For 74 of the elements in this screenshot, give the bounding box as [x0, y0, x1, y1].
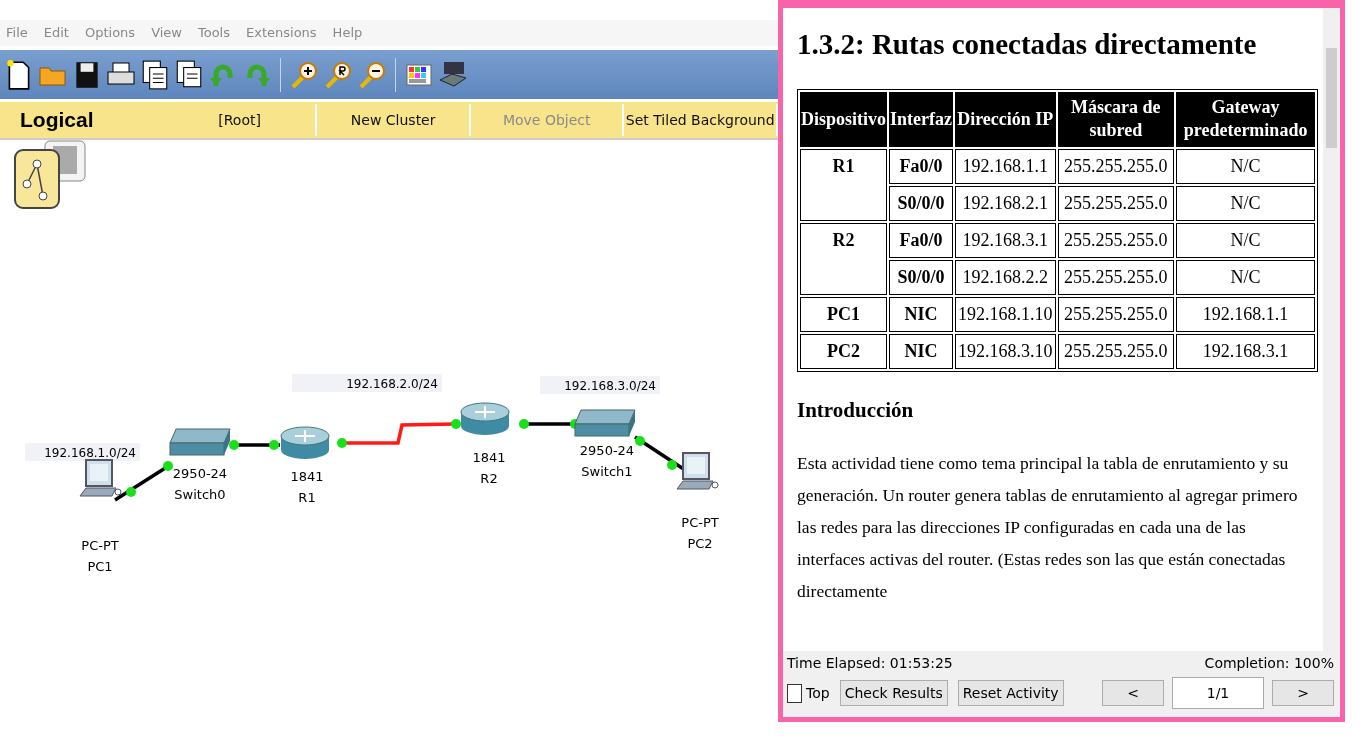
table-cell: PC1 — [800, 296, 888, 332]
table-cell: 255.255.255.0 — [1057, 185, 1175, 221]
table-cell: Fa0/0 — [889, 222, 953, 258]
device-name: Switch1 — [581, 464, 633, 479]
column-header: Máscara de subred — [1057, 92, 1175, 147]
table-cell: 255.255.255.0 — [1057, 333, 1175, 369]
action-button[interactable]: Reset Activity — [957, 680, 1064, 706]
completion-status: Completion: 100% — [1204, 655, 1334, 671]
cable-link[interactable] — [229, 440, 280, 450]
checkbox[interactable] — [787, 683, 802, 703]
topology-icon[interactable] — [12, 140, 86, 212]
device-model: PC-PT — [81, 538, 119, 553]
logical-tab[interactable]: Logical — [0, 108, 164, 133]
table-cell: 192.168.1.1 — [1176, 296, 1315, 332]
scrollbar[interactable] — [1323, 8, 1340, 651]
column-header: Dispositivo — [800, 92, 888, 147]
copy-icon[interactable] — [140, 58, 170, 91]
column-header: Gateway predeterminado — [1176, 92, 1315, 147]
table-cell: S0/0/0 — [889, 259, 953, 295]
device-model: 1841 — [472, 450, 506, 465]
cable-link[interactable] — [114, 461, 173, 502]
device-model: 2950-24 — [172, 466, 228, 481]
table-cell: NIC — [889, 296, 953, 332]
device-name: R1 — [298, 490, 316, 505]
device-name: PC2 — [687, 536, 713, 551]
pc-icon[interactable] — [676, 452, 719, 490]
device-name: PC1 — [87, 559, 113, 574]
table-cell: R2 — [800, 222, 888, 295]
device-name: Switch0 — [174, 487, 226, 502]
table-cell: 255.255.255.0 — [1057, 296, 1175, 332]
device-model: 1841 — [290, 469, 324, 484]
table-cell: 255.255.255.0 — [1057, 259, 1175, 295]
activity-title: 1.3.2: Rutas conectadas directamente — [797, 28, 1258, 61]
time-elapsed: Time Elapsed: 01:53:25 — [787, 655, 953, 671]
previous-button[interactable]: < — [1102, 680, 1164, 706]
table-cell: R1 — [800, 148, 888, 221]
subnet-label: 192.168.1.0/24 — [25, 443, 140, 461]
switch-icon[interactable] — [574, 409, 636, 437]
workspace-button[interactable]: New Cluster — [317, 104, 471, 137]
router-icon[interactable] — [460, 402, 510, 435]
table-cell: 192.168.1.10 — [955, 296, 1056, 332]
table-cell: N/C — [1176, 185, 1315, 221]
section-heading: Introducción — [797, 397, 915, 423]
table-cell: 192.168.2.1 — [955, 185, 1056, 221]
page-indicator: 1/1 — [1172, 677, 1264, 709]
pc-icon[interactable] — [79, 459, 122, 497]
column-header: Interfaz — [889, 92, 953, 147]
table-cell: 192.168.2.2 — [955, 259, 1056, 295]
paragraph: Esta actividad tiene como tema principal la tabla de enrutamiento y su generación. Un router genera tablas de enrutamiento al agregar primero las redes para las direcciones IP configuradas en cada una de las interfaces activas del router. (Estas redes son las que están conectadas directamente — [797, 451, 1299, 603]
device-model: PC-PT — [681, 515, 719, 530]
checkbox-label: Top — [806, 685, 830, 701]
workspace-button[interactable]: [Root] — [163, 104, 318, 137]
device-name: R2 — [480, 471, 498, 486]
table-cell: 255.255.255.0 — [1057, 148, 1175, 184]
table-cell: N/C — [1176, 148, 1315, 184]
table-cell: PC2 — [800, 333, 888, 369]
table-cell: 255.255.255.0 — [1057, 222, 1175, 258]
subnet-label: 192.168.2.0/24 — [292, 374, 442, 392]
device-model: 2950-24 — [579, 443, 635, 458]
subnet-label: 192.168.3.0/24 — [540, 376, 660, 394]
table-cell: 192.168.3.10 — [955, 333, 1056, 369]
table-cell: 192.168.1.1 — [955, 148, 1056, 184]
table-cell: 192.168.3.1 — [1176, 333, 1315, 369]
router-icon[interactable] — [280, 426, 330, 459]
action-button[interactable]: Check Results — [839, 680, 948, 706]
table-cell: 192.168.3.1 — [955, 222, 1056, 258]
table-cell: N/C — [1176, 259, 1315, 295]
table-cell: S0/0/0 — [889, 185, 953, 221]
table-cell: NIC — [889, 333, 953, 369]
table-cell: Fa0/0 — [889, 148, 953, 184]
table-cell: N/C — [1176, 222, 1315, 258]
next-button[interactable]: > — [1272, 680, 1334, 706]
switch-icon[interactable] — [169, 428, 231, 456]
column-header: Dirección IP — [955, 92, 1056, 147]
